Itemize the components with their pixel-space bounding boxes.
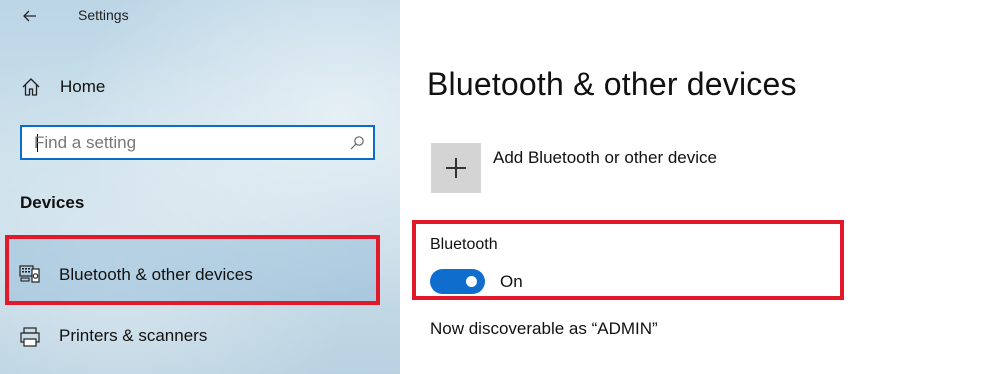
- sidebar-item-label: Home: [60, 77, 106, 96]
- printer-icon: [19, 326, 41, 348]
- bluetooth-toggle[interactable]: [430, 269, 485, 294]
- section-header-devices: Devices: [20, 193, 85, 212]
- bluetooth-devices-icon: [19, 263, 41, 285]
- home-icon: [20, 76, 42, 98]
- back-arrow-icon[interactable]: [20, 6, 40, 26]
- bluetooth-label: Bluetooth: [430, 236, 498, 253]
- add-device-label[interactable]: Add Bluetooth or other device: [493, 148, 717, 168]
- discoverable-text: Now discoverable as “ADMIN”: [430, 319, 658, 338]
- page-title: Bluetooth & other devices: [427, 66, 797, 102]
- add-device-button[interactable]: [431, 143, 481, 193]
- sidebar: Settings Home Devices: [0, 0, 400, 374]
- plus-icon-stroke: [455, 158, 457, 178]
- sidebar-item-label: Bluetooth & other devices: [59, 265, 253, 284]
- sidebar-item-home[interactable]: Home: [20, 74, 320, 102]
- sidebar-item-printers[interactable]: Printers & scanners: [5, 300, 380, 370]
- search-input[interactable]: [34, 131, 334, 155]
- search-box[interactable]: [20, 125, 375, 160]
- search-icon[interactable]: [349, 135, 365, 151]
- bluetooth-state-text: On: [500, 272, 523, 291]
- main-content: Bluetooth & other devices Add Bluetooth …: [400, 0, 1008, 374]
- toggle-knob: [466, 276, 477, 287]
- sidebar-item-bluetooth[interactable]: Bluetooth & other devices: [5, 235, 380, 305]
- sidebar-item-label: Printers & scanners: [59, 326, 208, 345]
- app-title: Settings: [78, 7, 129, 23]
